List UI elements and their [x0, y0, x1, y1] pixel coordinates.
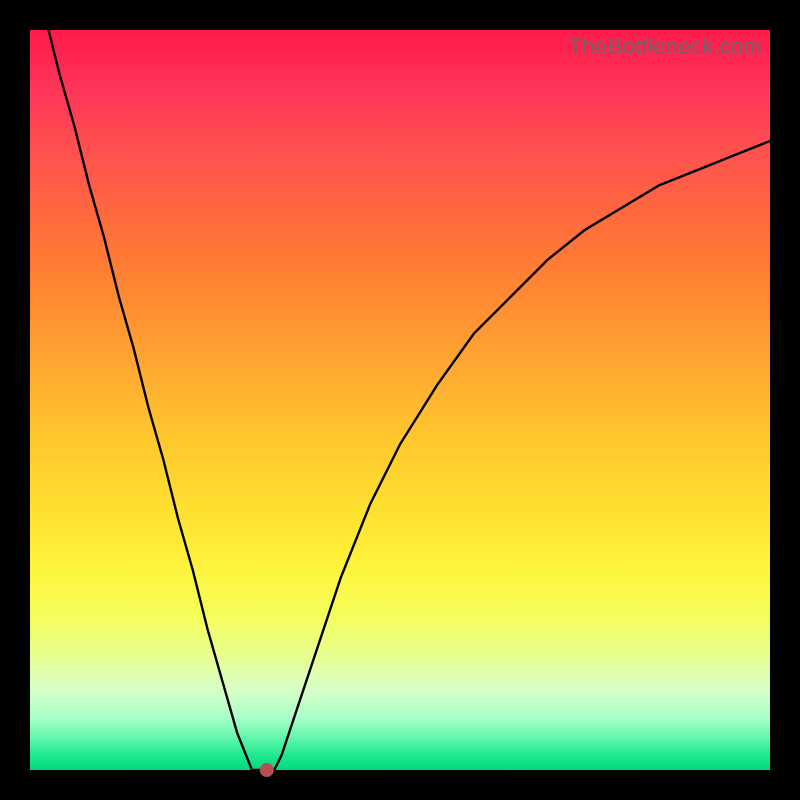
minimum-marker	[260, 763, 274, 777]
bottleneck-curve	[30, 30, 770, 770]
chart-frame: TheBottleneck.com	[0, 0, 800, 800]
curve-path	[30, 0, 770, 770]
plot-area: TheBottleneck.com	[30, 30, 770, 770]
